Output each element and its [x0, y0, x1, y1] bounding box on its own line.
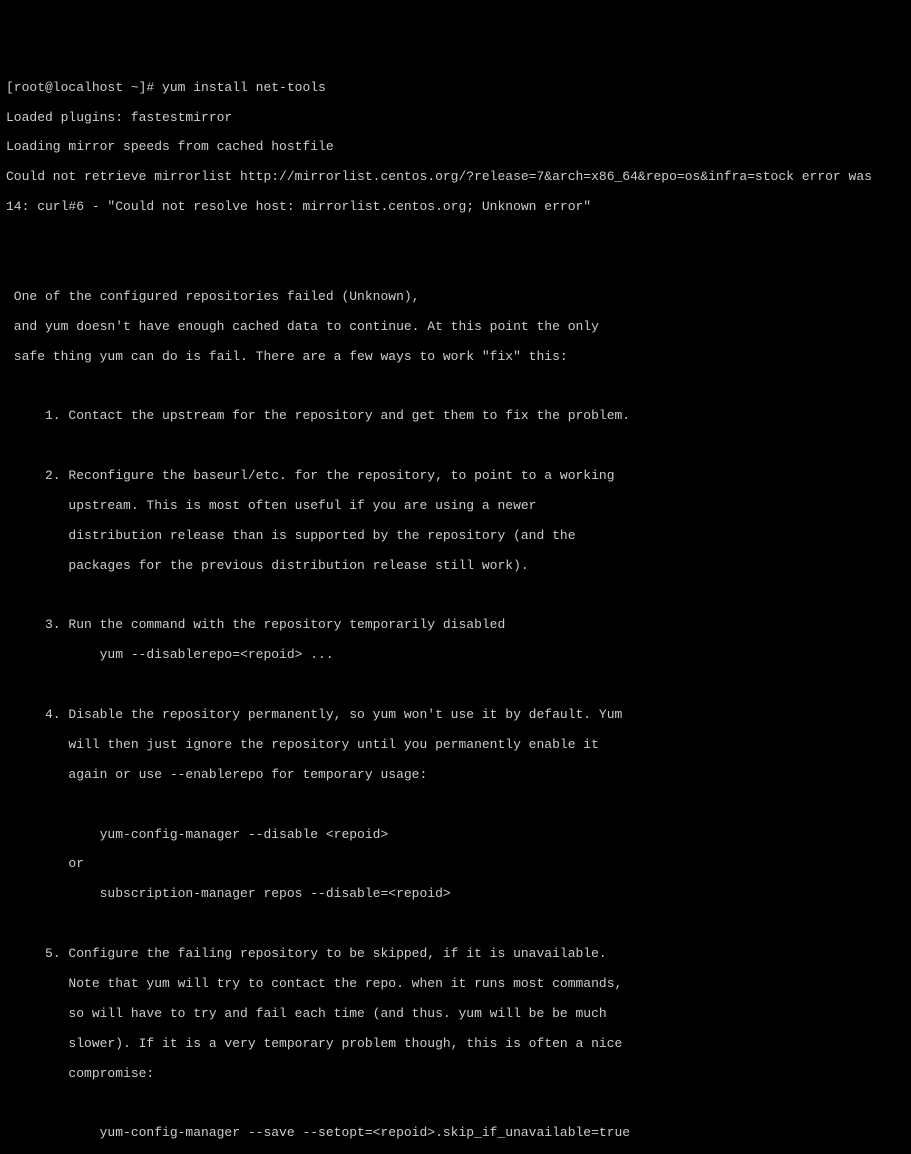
- output-line: upstream. This is most often useful if y…: [6, 499, 905, 514]
- output-line: 14: curl#6 - "Could not resolve host: mi…: [6, 200, 905, 215]
- output-line: 1. Contact the upstream for the reposito…: [6, 409, 905, 424]
- output-line: slower). If it is a very temporary probl…: [6, 1037, 905, 1052]
- output-line: Loading mirror speeds from cached hostfi…: [6, 140, 905, 155]
- output-line: Loaded plugins: fastestmirror: [6, 111, 905, 126]
- output-line: yum --disablerepo=<repoid> ...: [6, 648, 905, 663]
- output-line: One of the configured repositories faile…: [6, 290, 905, 305]
- output-line: distribution release than is supported b…: [6, 529, 905, 544]
- output-line: subscription-manager repos --disable=<re…: [6, 887, 905, 902]
- output-line: Could not retrieve mirrorlist http://mir…: [6, 170, 905, 185]
- blank-line: [6, 917, 905, 932]
- output-line: compromise:: [6, 1067, 905, 1082]
- output-line: will then just ignore the repository unt…: [6, 738, 905, 753]
- output-line: or: [6, 857, 905, 872]
- output-line: packages for the previous distribution r…: [6, 559, 905, 574]
- output-line: 4. Disable the repository permanently, s…: [6, 708, 905, 723]
- blank-line: [6, 589, 905, 604]
- output-line: 5. Configure the failing repository to b…: [6, 947, 905, 962]
- output-line: 3. Run the command with the repository t…: [6, 618, 905, 633]
- output-line: yum-config-manager --disable <repoid>: [6, 828, 905, 843]
- output-line: again or use --enablerepo for temporary …: [6, 768, 905, 783]
- terminal-output: [root@localhost ~]# yum install net-tool…: [6, 66, 905, 1154]
- prompt-command-line: [root@localhost ~]# yum install net-tool…: [6, 81, 905, 96]
- blank-line: [6, 798, 905, 813]
- output-line: and yum doesn't have enough cached data …: [6, 320, 905, 335]
- blank-line: [6, 678, 905, 693]
- blank-line: [6, 1096, 905, 1111]
- blank-line: [6, 379, 905, 394]
- output-line: safe thing yum can do is fail. There are…: [6, 350, 905, 365]
- output-line: Note that yum will try to contact the re…: [6, 977, 905, 992]
- output-line: so will have to try and fail each time (…: [6, 1007, 905, 1022]
- blank-line: [6, 230, 905, 245]
- blank-line: [6, 439, 905, 454]
- blank-line: [6, 260, 905, 275]
- output-line: 2. Reconfigure the baseurl/etc. for the …: [6, 469, 905, 484]
- output-line: yum-config-manager --save --setopt=<repo…: [6, 1126, 905, 1141]
